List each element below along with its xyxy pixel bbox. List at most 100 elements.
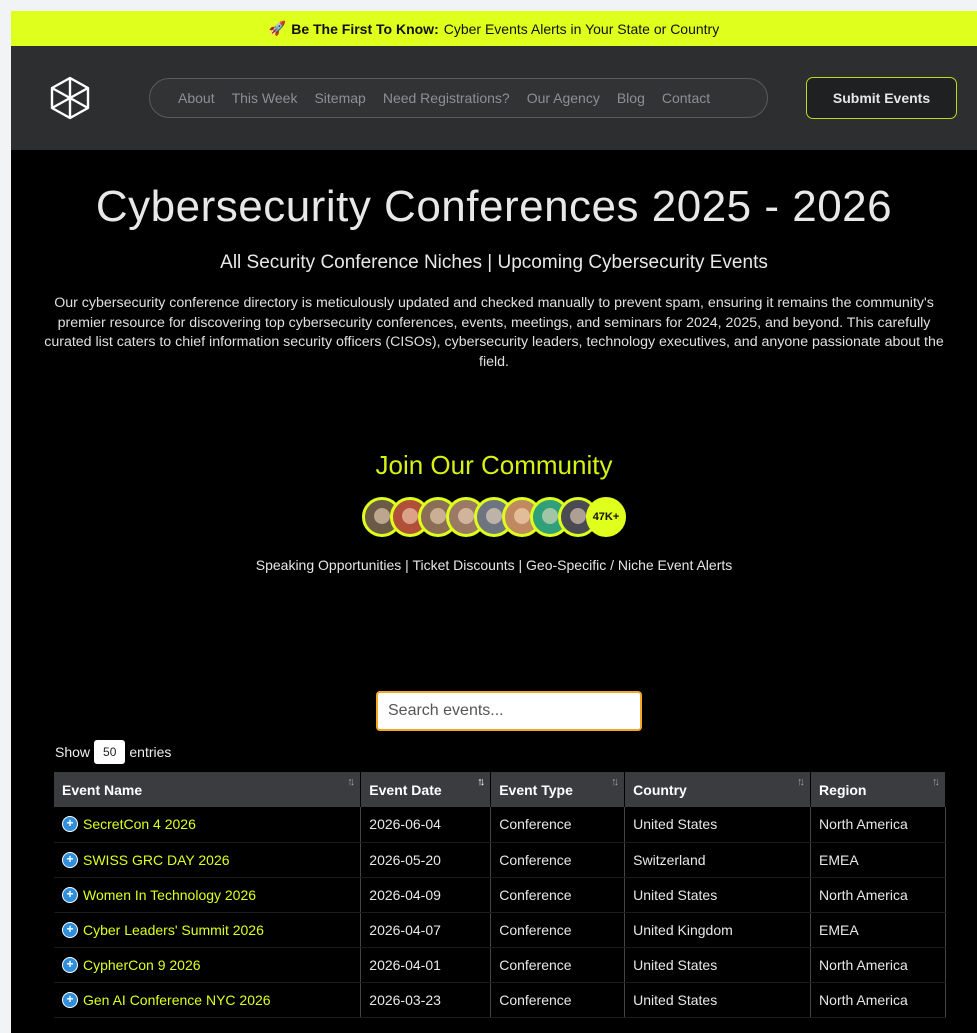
expand-row-icon[interactable]: + (62, 921, 78, 938)
expand-row-icon[interactable]: + (62, 956, 78, 973)
avatar-face (458, 508, 474, 524)
entries-length-control: Show 50 entries (55, 740, 171, 764)
event-link[interactable]: SWISS GRC DAY 2026 (83, 852, 230, 868)
column-header-label: Region (819, 781, 867, 798)
page-subtitle: All Security Conference Niches | Upcomin… (220, 252, 768, 273)
avatar-face (430, 508, 446, 524)
event-type-cell: Conference (490, 947, 626, 983)
region-cell: EMEA (810, 912, 946, 948)
country-cell: United States (624, 947, 812, 983)
country-cell: United States (624, 877, 812, 913)
sort-icon[interactable]: ↑↓ (797, 776, 805, 788)
event-link[interactable]: Gen AI Conference NYC 2026 (83, 992, 271, 1008)
event-type-cell: Conference (490, 842, 626, 878)
event-link[interactable]: CypherCon 9 2026 (83, 957, 201, 973)
event-name-cell: + SWISS GRC DAY 2026 (54, 842, 362, 878)
event-date-cell: 2026-03-23 (360, 982, 492, 1018)
show-label: Show (55, 744, 91, 760)
column-header-event-name[interactable]: Event Name ↑↓ (54, 772, 362, 807)
entries-select[interactable]: 50 (94, 740, 126, 764)
alert-bold-text: Be The First To Know: (291, 20, 439, 37)
event-date-cell: 2026-04-01 (360, 947, 492, 983)
column-header-label: Event Name (62, 781, 143, 798)
page: 🚀 Be The First To Know: Cyber Events Ale… (11, 11, 977, 1033)
community-avatars[interactable]: 47K+ (11, 497, 977, 541)
event-name-wrap: + Women In Technology 2026 (62, 886, 352, 903)
expand-row-icon[interactable]: + (62, 816, 78, 833)
avatar-face (570, 508, 586, 524)
event-name-cell: + SecretCon 4 2026 (54, 807, 362, 843)
table-header-row: Event Name ↑↓ Event Date ↑↓ Event Type ↑↓ Coun… (54, 772, 946, 807)
region-cell: North America (810, 807, 946, 843)
region-cell: North America (810, 877, 946, 913)
hero-section: Cybersecurity Conferences 2025 - 2026 Al… (11, 182, 977, 372)
event-name-cell: + CypherCon 9 2026 (54, 947, 362, 983)
event-date-cell: 2026-06-04 (360, 807, 492, 843)
site-logo-icon[interactable] (47, 75, 93, 121)
event-link[interactable]: Cyber Leaders' Summit 2026 (83, 922, 264, 938)
table-row: + Cyber Leaders' Summit 2026 2026-04-07 Con… (54, 912, 946, 948)
column-header-event-type[interactable]: Event Type ↑↓ (490, 772, 626, 807)
event-name-wrap: + Gen AI Conference NYC 2026 (62, 991, 352, 1008)
events-table: Event Name ↑↓ Event Date ↑↓ Event Type ↑↓ Coun… (54, 772, 946, 1018)
sort-icon[interactable]: ↑↓ (477, 776, 485, 788)
expand-row-icon[interactable]: + (62, 851, 78, 868)
main-nav: About This Week Sitemap Need Registrations?… (149, 78, 768, 118)
event-link[interactable]: SecretCon 4 2026 (83, 816, 196, 832)
nav-link-sitemap[interactable]: Sitemap (314, 90, 365, 106)
region-cell: North America (810, 947, 946, 983)
event-date-cell: 2026-05-20 (360, 842, 492, 878)
column-header-region[interactable]: Region ↑↓ (810, 772, 946, 807)
nav-link-about[interactable]: About (178, 90, 215, 106)
event-type-cell: Conference (490, 877, 626, 913)
country-cell: United States (624, 807, 812, 843)
event-date-cell: 2026-04-09 (360, 877, 492, 913)
avatar-face (486, 508, 502, 524)
nav-link-need-registrations[interactable]: Need Registrations? (383, 90, 510, 106)
nav-link-blog[interactable]: Blog (617, 90, 645, 106)
column-header-event-date[interactable]: Event Date ↑↓ (360, 772, 492, 807)
site-header: About This Week Sitemap Need Registrations?… (11, 46, 977, 150)
search-container (376, 691, 642, 731)
page-title: Cybersecurity Conferences 2025 - 2026 (95, 182, 893, 231)
event-type-cell: Conference (490, 912, 626, 948)
avatar-face (514, 508, 530, 524)
column-header-label: Event Type (499, 781, 573, 798)
expand-row-icon[interactable]: + (62, 991, 78, 1008)
sort-icon[interactable]: ↑↓ (347, 776, 355, 788)
region-cell: EMEA (810, 842, 946, 878)
avatar-face (374, 508, 390, 524)
alert-banner[interactable]: 🚀 Be The First To Know: Cyber Events Ale… (11, 11, 977, 46)
submit-events-button[interactable]: Submit Events (806, 77, 957, 119)
nav-link-this-week[interactable]: This Week (232, 90, 298, 106)
table-row: + SecretCon 4 2026 2026-06-04 Conference Uni… (54, 807, 946, 843)
alert-text: Cyber Events Alerts in Your State or Cou… (443, 20, 720, 37)
event-link[interactable]: Women In Technology 2026 (83, 887, 256, 903)
column-header-label: Event Date (369, 781, 442, 798)
expand-row-icon[interactable]: + (62, 886, 78, 903)
table-row: + CypherCon 9 2026 2026-04-01 Conference Uni… (54, 947, 946, 983)
community-perks: Speaking Opportunities | Ticket Discount… (255, 557, 733, 573)
table-row: + SWISS GRC DAY 2026 2026-05-20 Conference S… (54, 842, 946, 878)
rocket-icon: 🚀 (268, 20, 287, 36)
event-name-cell: + Women In Technology 2026 (54, 877, 362, 913)
event-name-cell: + Gen AI Conference NYC 2026 (54, 982, 362, 1018)
country-cell: United States (624, 982, 812, 1018)
nav-link-contact[interactable]: Contact (662, 90, 710, 106)
event-name-wrap: + SecretCon 4 2026 (62, 816, 352, 833)
country-cell: Switzerland (624, 842, 812, 878)
region-cell: North America (810, 982, 946, 1018)
entries-label: entries (129, 744, 172, 760)
column-header-country[interactable]: Country ↑↓ (624, 772, 812, 807)
sort-icon[interactable]: ↑↓ (932, 776, 940, 788)
event-date-cell: 2026-04-07 (360, 912, 492, 948)
avatar-face (542, 508, 558, 524)
intro-paragraph: Our cybersecurity conference directory i… (44, 295, 944, 370)
sort-icon[interactable]: ↑↓ (611, 776, 619, 788)
nav-link-our-agency[interactable]: Our Agency (527, 90, 600, 106)
country-cell: United Kingdom (624, 912, 812, 948)
search-events-input[interactable] (376, 691, 642, 731)
event-type-cell: Conference (490, 982, 626, 1018)
event-name-wrap: + Cyber Leaders' Summit 2026 (62, 921, 352, 938)
member-count-badge: 47K+ (586, 497, 626, 537)
